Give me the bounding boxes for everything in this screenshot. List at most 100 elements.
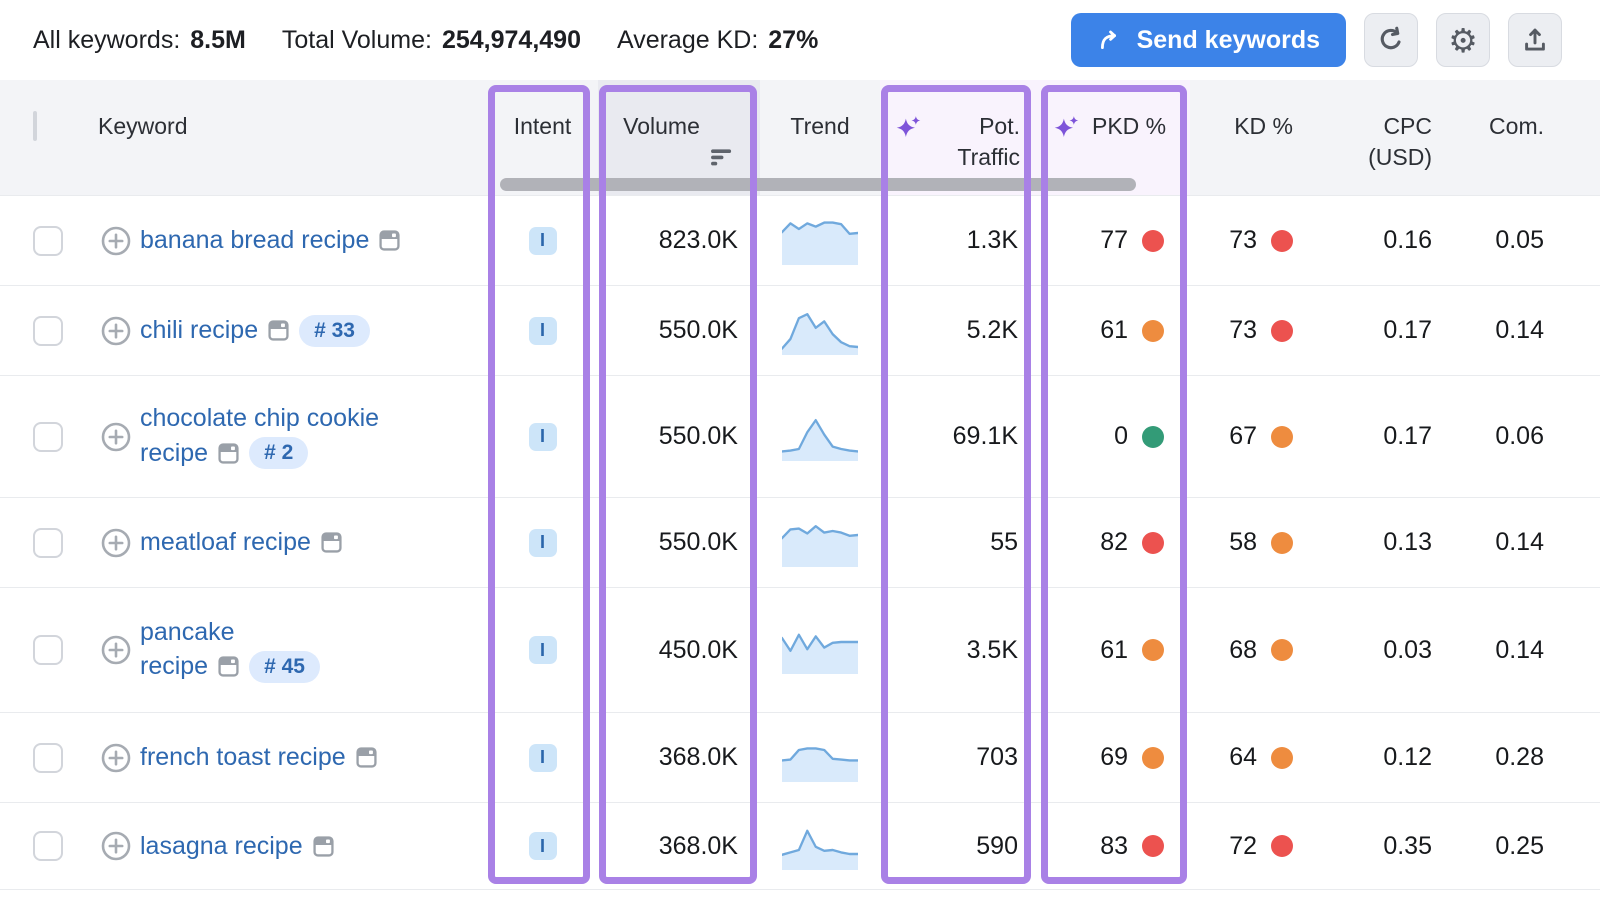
kd-cell: 67 — [1190, 422, 1315, 451]
stat-all-keywords: All keywords: 8.5M — [33, 26, 246, 55]
keyword-link[interactable]: pancake — [140, 618, 235, 647]
difficulty-dot — [1142, 230, 1164, 252]
table-row: chocolate chip cookie recipe # 2 I 550.0… — [0, 375, 1600, 497]
trend-cell — [760, 217, 880, 265]
gear-icon: ⚙ — [1448, 24, 1478, 57]
send-keywords-button[interactable]: Send keywords — [1071, 13, 1346, 67]
keyword-line: chocolate chip cookie — [140, 404, 379, 433]
serp-preview-icon[interactable] — [379, 230, 400, 251]
add-keyword-icon[interactable] — [100, 742, 132, 774]
keyword-line: banana bread recipe — [140, 226, 400, 255]
difficulty-dot — [1271, 835, 1293, 857]
intent-badge-informational: I — [529, 636, 557, 664]
table-row: lasagna recipe I 368.0K 590 83 72 0.35 0… — [0, 802, 1600, 890]
refresh-button[interactable] — [1364, 13, 1418, 67]
kd-cell: 64 — [1190, 743, 1315, 772]
row-checkbox-cell — [0, 635, 88, 665]
trend-cell — [760, 734, 880, 782]
difficulty-dot — [1271, 230, 1293, 252]
row-checkbox[interactable] — [33, 316, 63, 346]
serp-preview-icon[interactable] — [218, 656, 239, 677]
pkd-cell: 83 — [1040, 832, 1190, 861]
add-keyword-icon[interactable] — [100, 421, 132, 453]
settings-button[interactable]: ⚙ — [1436, 13, 1490, 67]
row-checkbox[interactable] — [33, 635, 63, 665]
pot-traffic-cell: 55 — [880, 528, 1040, 557]
keyword-cell: pancake recipe # 45 — [88, 618, 487, 683]
add-keyword-icon[interactable] — [100, 315, 132, 347]
keyword-text: pancake recipe # 45 — [140, 618, 320, 683]
serp-preview-icon[interactable] — [218, 443, 239, 464]
pkd-cell: 82 — [1040, 528, 1190, 557]
keyword-link[interactable]: banana bread recipe — [140, 226, 369, 255]
row-checkbox-cell — [0, 528, 88, 558]
kd-cell: 73 — [1190, 226, 1315, 255]
keyword-text: french toast recipe — [140, 743, 377, 772]
trend-cell — [760, 626, 880, 674]
table-row: chili recipe # 33 I 550.0K 5.2K 61 73 0.… — [0, 285, 1600, 375]
difficulty-dot — [1142, 426, 1164, 448]
position-badge: # 45 — [249, 651, 320, 683]
row-checkbox[interactable] — [33, 831, 63, 861]
horizontal-scrollbar[interactable] — [500, 178, 1136, 191]
serp-preview-icon[interactable] — [268, 320, 289, 341]
row-checkbox[interactable] — [33, 422, 63, 452]
pot-traffic-cell: 3.5K — [880, 636, 1040, 665]
trend-cell — [760, 307, 880, 355]
keyword-line: pancake — [140, 618, 320, 647]
summary-stats: All keywords: 8.5M Total Volume: 254,974… — [33, 26, 818, 55]
serp-preview-icon[interactable] — [313, 836, 334, 857]
row-checkbox-cell — [0, 743, 88, 773]
keyword-link[interactable]: recipe — [140, 439, 208, 468]
header-checkbox-cell — [0, 80, 88, 195]
trend-sparkline — [782, 307, 858, 355]
keyword-link[interactable]: lasagna recipe — [140, 832, 303, 861]
keyword-cell: chocolate chip cookie recipe # 2 — [88, 404, 487, 469]
position-badge: # 2 — [249, 437, 308, 469]
row-checkbox-cell — [0, 422, 88, 452]
row-checkbox[interactable] — [33, 528, 63, 558]
kd-cell: 72 — [1190, 832, 1315, 861]
add-keyword-icon[interactable] — [100, 830, 132, 862]
stat-value: 27% — [768, 26, 818, 55]
stat-label: Average KD: — [617, 26, 758, 55]
com-cell: 0.25 — [1460, 832, 1600, 861]
trend-sparkline — [782, 217, 858, 265]
com-cell: 0.14 — [1460, 316, 1600, 345]
table-row: banana bread recipe I 823.0K 1.3K 77 73 … — [0, 195, 1600, 285]
serp-preview-icon[interactable] — [321, 532, 342, 553]
add-keyword-icon[interactable] — [100, 225, 132, 257]
keyword-link[interactable]: french toast recipe — [140, 743, 346, 772]
intent-badge-informational: I — [529, 832, 557, 860]
refresh-icon — [1376, 25, 1406, 55]
keyword-line: recipe # 45 — [140, 651, 320, 683]
keyword-link[interactable]: chocolate chip cookie — [140, 404, 379, 433]
keyword-cell: meatloaf recipe — [88, 527, 487, 559]
select-all-checkbox[interactable] — [33, 111, 37, 141]
com-cell: 0.06 — [1460, 422, 1600, 451]
export-button[interactable] — [1508, 13, 1562, 67]
volume-cell: 550.0K — [598, 528, 760, 557]
trend-sparkline — [782, 734, 858, 782]
serp-preview-icon[interactable] — [356, 747, 377, 768]
keyword-text: meatloaf recipe — [140, 528, 342, 557]
keyword-link[interactable]: meatloaf recipe — [140, 528, 311, 557]
sort-descending-icon — [710, 147, 735, 168]
trend-sparkline — [782, 626, 858, 674]
keyword-link[interactable]: recipe — [140, 652, 208, 681]
difficulty-dot — [1142, 747, 1164, 769]
keyword-line: recipe # 2 — [140, 437, 379, 469]
volume-cell: 450.0K — [598, 636, 760, 665]
keyword-cell: banana bread recipe — [88, 225, 487, 257]
intent-badge-informational: I — [529, 423, 557, 451]
add-keyword-icon[interactable] — [100, 634, 132, 666]
com-cell: 0.14 — [1460, 528, 1600, 557]
keyword-link[interactable]: chili recipe — [140, 316, 258, 345]
volume-cell: 823.0K — [598, 226, 760, 255]
kd-cell: 68 — [1190, 636, 1315, 665]
row-checkbox[interactable] — [33, 226, 63, 256]
add-keyword-icon[interactable] — [100, 527, 132, 559]
trend-sparkline — [782, 822, 858, 870]
row-checkbox[interactable] — [33, 743, 63, 773]
keyword-text: lasagna recipe — [140, 832, 334, 861]
